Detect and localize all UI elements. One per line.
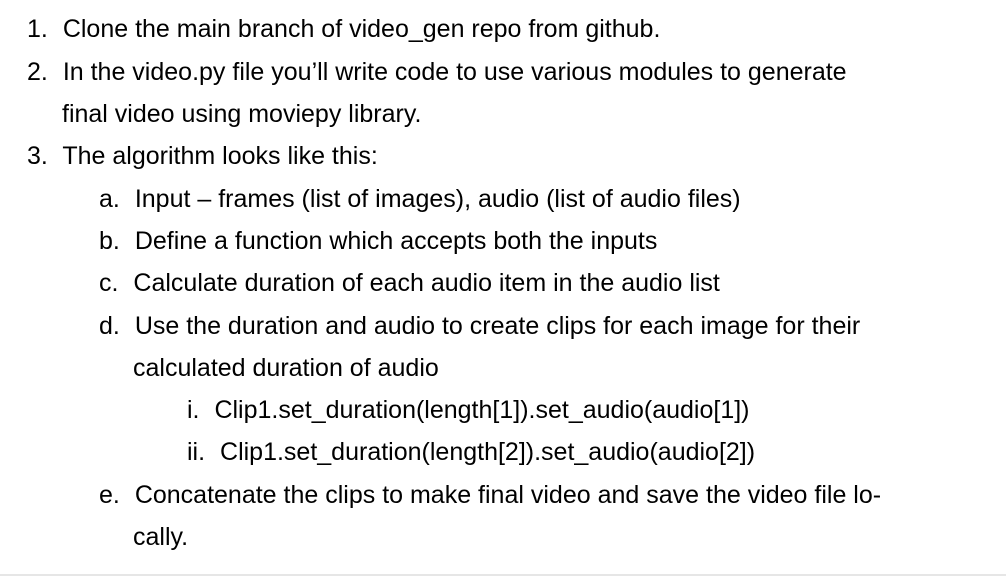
list-marker: 2.	[27, 58, 48, 86]
sub-sub-item-ii: ii. Clip1.set_duration(length[2]).set_au…	[187, 437, 755, 467]
list-marker: 1.	[27, 15, 48, 43]
sub-sub-item-i: i. Clip1.set_duration(length[1]).set_aud…	[187, 395, 750, 425]
sub-item-continuation-text: calculated duration of audio	[133, 354, 439, 382]
document-page: 1. Clone the main branch of video_gen re…	[0, 0, 1006, 576]
sub-list-marker: a.	[99, 185, 120, 213]
sub-list-marker: d.	[99, 312, 120, 340]
sub-item-text: Concatenate the clips to make final vide…	[134, 481, 882, 509]
sub-item-b: b. Define a function which accepts both …	[99, 226, 657, 256]
sub-item-text: Calculate duration of each audio item in…	[133, 269, 720, 297]
sub-item-e: e. Concatenate the clips to make final v…	[99, 480, 881, 510]
sub-item-continuation-text: cally.	[133, 523, 189, 551]
sub-item-text: Define a function which accepts both the…	[134, 227, 658, 255]
list-item-text: In the video.py file you’ll write code t…	[62, 58, 847, 86]
list-marker: 3.	[27, 142, 48, 170]
list-item-text: Clone the main branch of video_gen repo …	[62, 15, 661, 43]
list-item-2: 2. In the video.py file you’ll write cod…	[27, 57, 847, 87]
sub-list-marker: e.	[99, 481, 120, 509]
sub-sub-list-marker: i.	[187, 396, 200, 424]
list-item-2-continuation: final video using moviepy library.	[62, 99, 421, 129]
sub-item-c: c. Calculate duration of each audio item…	[99, 268, 720, 298]
sub-item-e-continuation: cally.	[133, 522, 188, 552]
sub-sub-item-text: Clip1.set_duration(length[2]).set_audio(…	[220, 438, 756, 466]
sub-sub-list-marker: ii.	[187, 438, 206, 466]
sub-item-d-continuation: calculated duration of audio	[133, 353, 439, 383]
sub-item-d: d. Use the duration and audio to create …	[99, 311, 860, 341]
list-item-text: The algorithm looks like this:	[62, 142, 378, 170]
sub-sub-item-text: Clip1.set_duration(length[1]).set_audio(…	[214, 396, 750, 424]
list-item-3: 3. The algorithm looks like this:	[27, 141, 378, 171]
sub-list-marker: c.	[99, 269, 119, 297]
sub-item-a: a. Input – frames (list of images), audi…	[99, 184, 741, 214]
sub-item-text: Input – frames (list of images), audio (…	[134, 185, 741, 213]
sub-item-text: Use the duration and audio to create cli…	[134, 312, 861, 340]
list-item-1: 1. Clone the main branch of video_gen re…	[27, 14, 660, 44]
list-item-continuation-text: final video using moviepy library.	[62, 100, 422, 128]
sub-list-marker: b.	[99, 227, 120, 255]
